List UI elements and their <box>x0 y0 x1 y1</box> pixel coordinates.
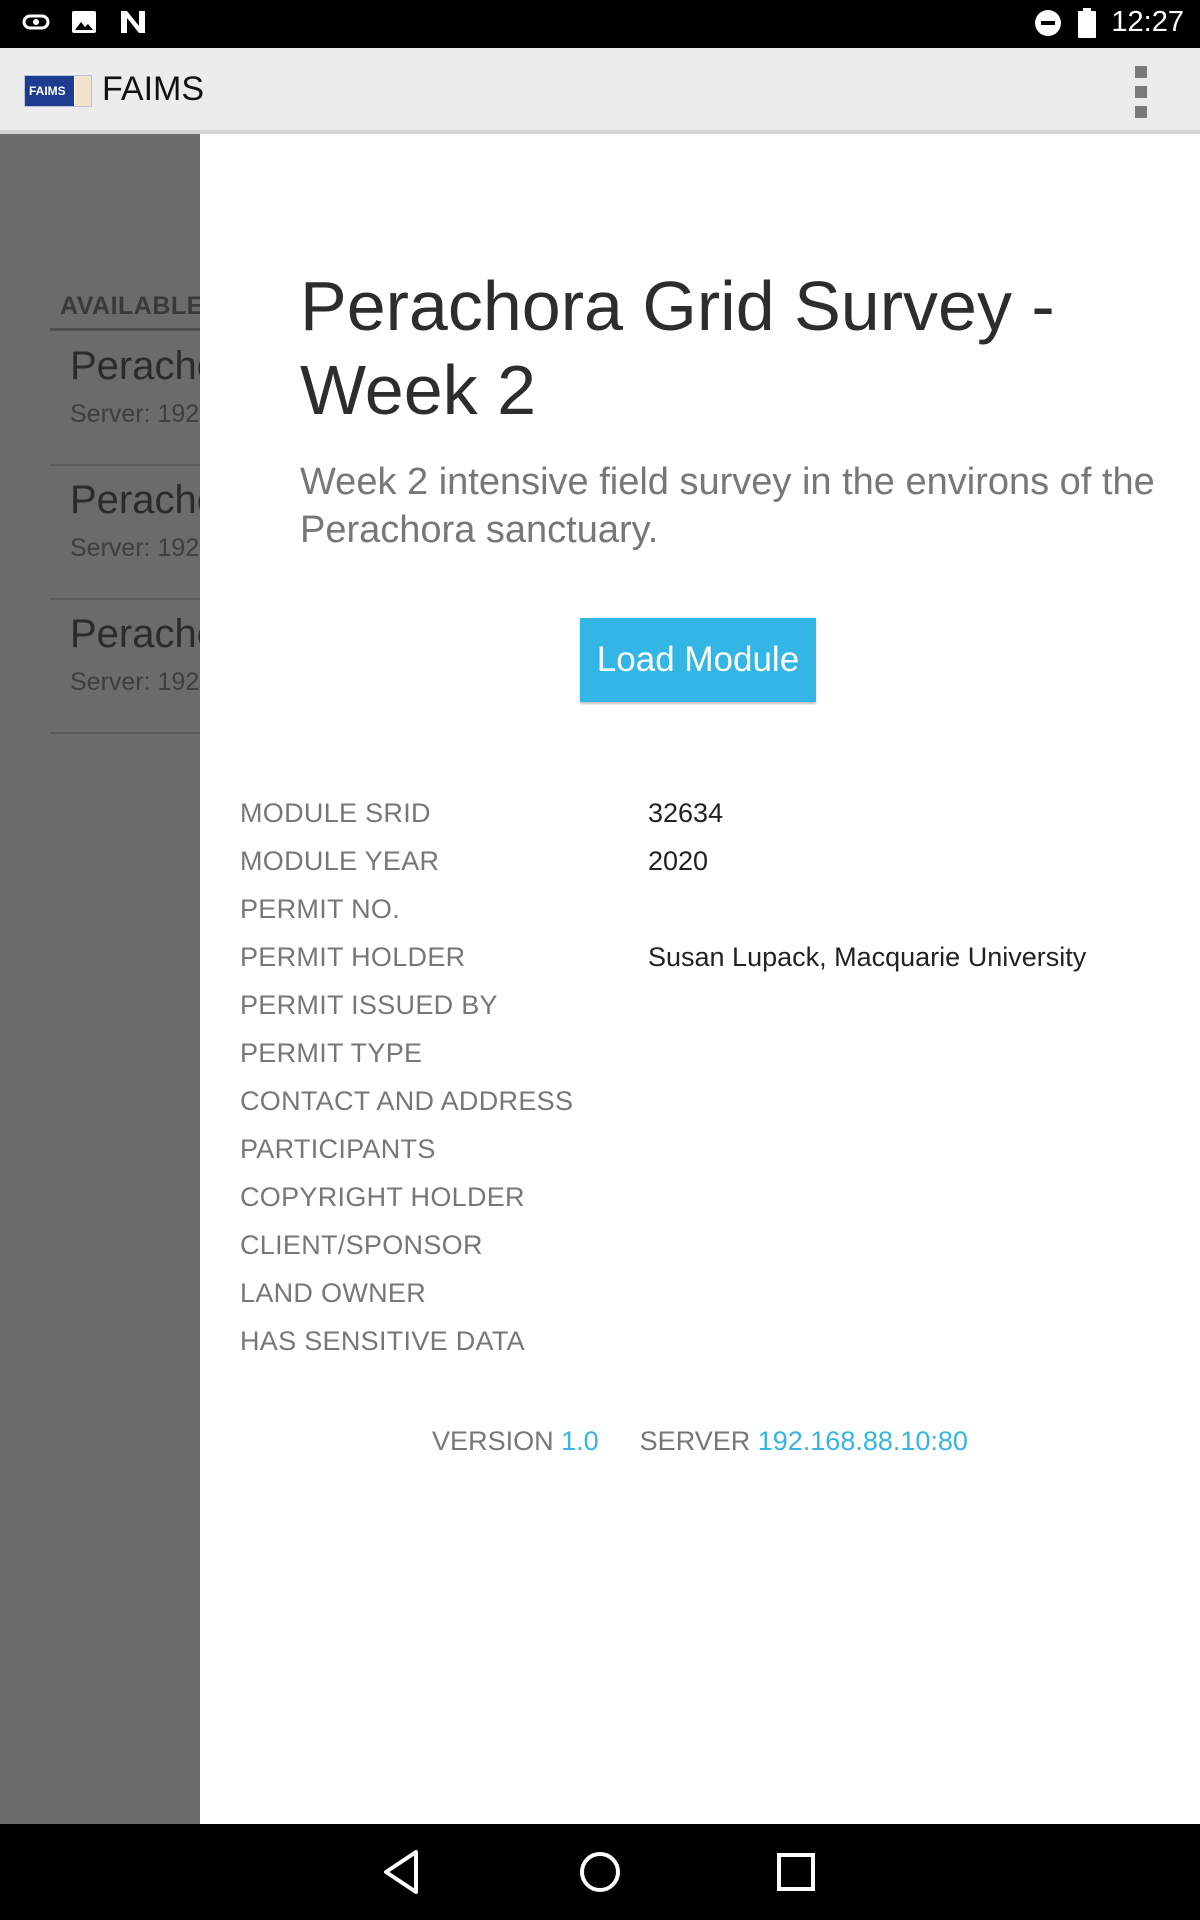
metadata-row-permit-issued-by: PERMIT ISSUED BY <box>240 990 1160 1038</box>
back-icon[interactable] <box>378 1846 430 1898</box>
metadata-row-land-owner: LAND OWNER <box>240 1278 1160 1326</box>
metadata-row-client: CLIENT/SPONSOR <box>240 1230 1160 1278</box>
metadata-value: 32634 <box>648 798 724 828</box>
server-label: SERVER <box>639 1426 751 1456</box>
status-bar: 12:27 <box>0 0 1200 48</box>
metadata-row-copyright: COPYRIGHT HOLDER <box>240 1182 1160 1230</box>
module-metadata: MODULE SRID 32634 MODULE YEAR 2020 PERMI… <box>240 798 1160 1374</box>
metadata-row-permit-no: PERMIT NO. <box>240 894 1160 942</box>
do-not-disturb-icon <box>1035 9 1062 36</box>
metadata-label: MODULE YEAR <box>240 846 440 876</box>
status-time: 12:27 <box>1111 6 1184 38</box>
home-icon[interactable] <box>574 1846 626 1898</box>
overflow-dot-icon <box>1135 106 1147 118</box>
list-item-subtitle: Server: 192 <box>70 668 200 696</box>
list-item[interactable]: Perache Server: 192 <box>50 468 200 600</box>
navigation-bar <box>0 1824 1200 1920</box>
list-item-title: Perache <box>70 344 200 388</box>
list-item[interactable]: Perache Server: 192 <box>50 334 200 466</box>
faims-logo: FAIMS <box>24 75 92 107</box>
metadata-label: PERMIT ISSUED BY <box>240 990 498 1020</box>
metadata-label: CONTACT AND ADDRESS <box>240 1086 574 1116</box>
metadata-label: PARTICIPANTS <box>240 1134 436 1164</box>
logo-text: FAIMS <box>29 84 66 98</box>
server-value: 192.168.88.10:80 <box>757 1426 968 1456</box>
metadata-row-contact: CONTACT AND ADDRESS <box>240 1086 1160 1134</box>
metadata-row-year: MODULE YEAR 2020 <box>240 846 1160 894</box>
metadata-row-sensitive: HAS SENSITIVE DATA <box>240 1326 1160 1374</box>
metadata-row-srid: MODULE SRID 32634 <box>240 798 1160 846</box>
module-title: Peracho­ra Grid Survey - Week 2 <box>300 267 1055 429</box>
section-header: AVAILABLE <box>60 292 200 320</box>
version-label: VERSION <box>432 1426 554 1456</box>
overflow-menu-button[interactable] <box>1132 66 1150 118</box>
module-description: Week 2 intensive field survey in the env… <box>300 461 1155 551</box>
app-bar: FAIMS FAIMS <box>0 48 1200 134</box>
metadata-label: LAND OWNER <box>240 1278 427 1308</box>
metadata-label: PERMIT TYPE <box>240 1038 423 1068</box>
metadata-label: CLIENT/SPONSOR <box>240 1230 483 1260</box>
module-footer: VERSION 1.0 SERVER 192.168.88.10:80 <box>200 1426 1200 1457</box>
overflow-dot-icon <box>1135 86 1147 98</box>
list-item-subtitle: Server: 192 <box>70 534 200 562</box>
recents-icon[interactable] <box>770 1846 822 1898</box>
module-list-background: AVAILABLE Perache Server: 192 Perache Se… <box>0 134 200 1824</box>
metadata-value: Susan Lupack, Macquarie University <box>648 942 1087 972</box>
battery-icon <box>1078 7 1097 38</box>
list-item-title: Perache <box>70 612 200 656</box>
overflow-dot-icon <box>1135 66 1147 78</box>
metadata-row-permit-holder: PERMIT HOLDER Susan Lupack, Macquarie Un… <box>240 942 1160 990</box>
load-module-button[interactable]: Load Module <box>580 618 816 702</box>
metadata-label: PERMIT NO. <box>240 894 401 924</box>
metadata-row-permit-type: PERMIT TYPE <box>240 1038 1160 1086</box>
image-notification-icon <box>72 11 96 33</box>
n-notification-icon <box>121 11 145 33</box>
eye-notification-icon <box>22 14 50 30</box>
metadata-label: HAS SENSITIVE DATA <box>240 1326 525 1356</box>
module-detail-dialog: Peracho­ra Grid Survey - Week 2 Week 2 i… <box>200 134 1200 1824</box>
list-item-subtitle: Server: 192 <box>70 400 200 428</box>
metadata-label: COPYRIGHT HOLDER <box>240 1182 525 1212</box>
metadata-row-participants: PARTICIPANTS <box>240 1134 1160 1182</box>
app-title: FAIMS <box>102 70 205 108</box>
metadata-label: PERMIT HOLDER <box>240 942 466 972</box>
metadata-label: MODULE SRID <box>240 798 431 828</box>
metadata-value: 2020 <box>648 846 709 876</box>
list-item[interactable]: Perache Server: 192 <box>50 602 200 734</box>
section-divider <box>50 328 200 331</box>
version-value: 1.0 <box>561 1426 599 1456</box>
list-item-title: Perache <box>70 478 200 522</box>
